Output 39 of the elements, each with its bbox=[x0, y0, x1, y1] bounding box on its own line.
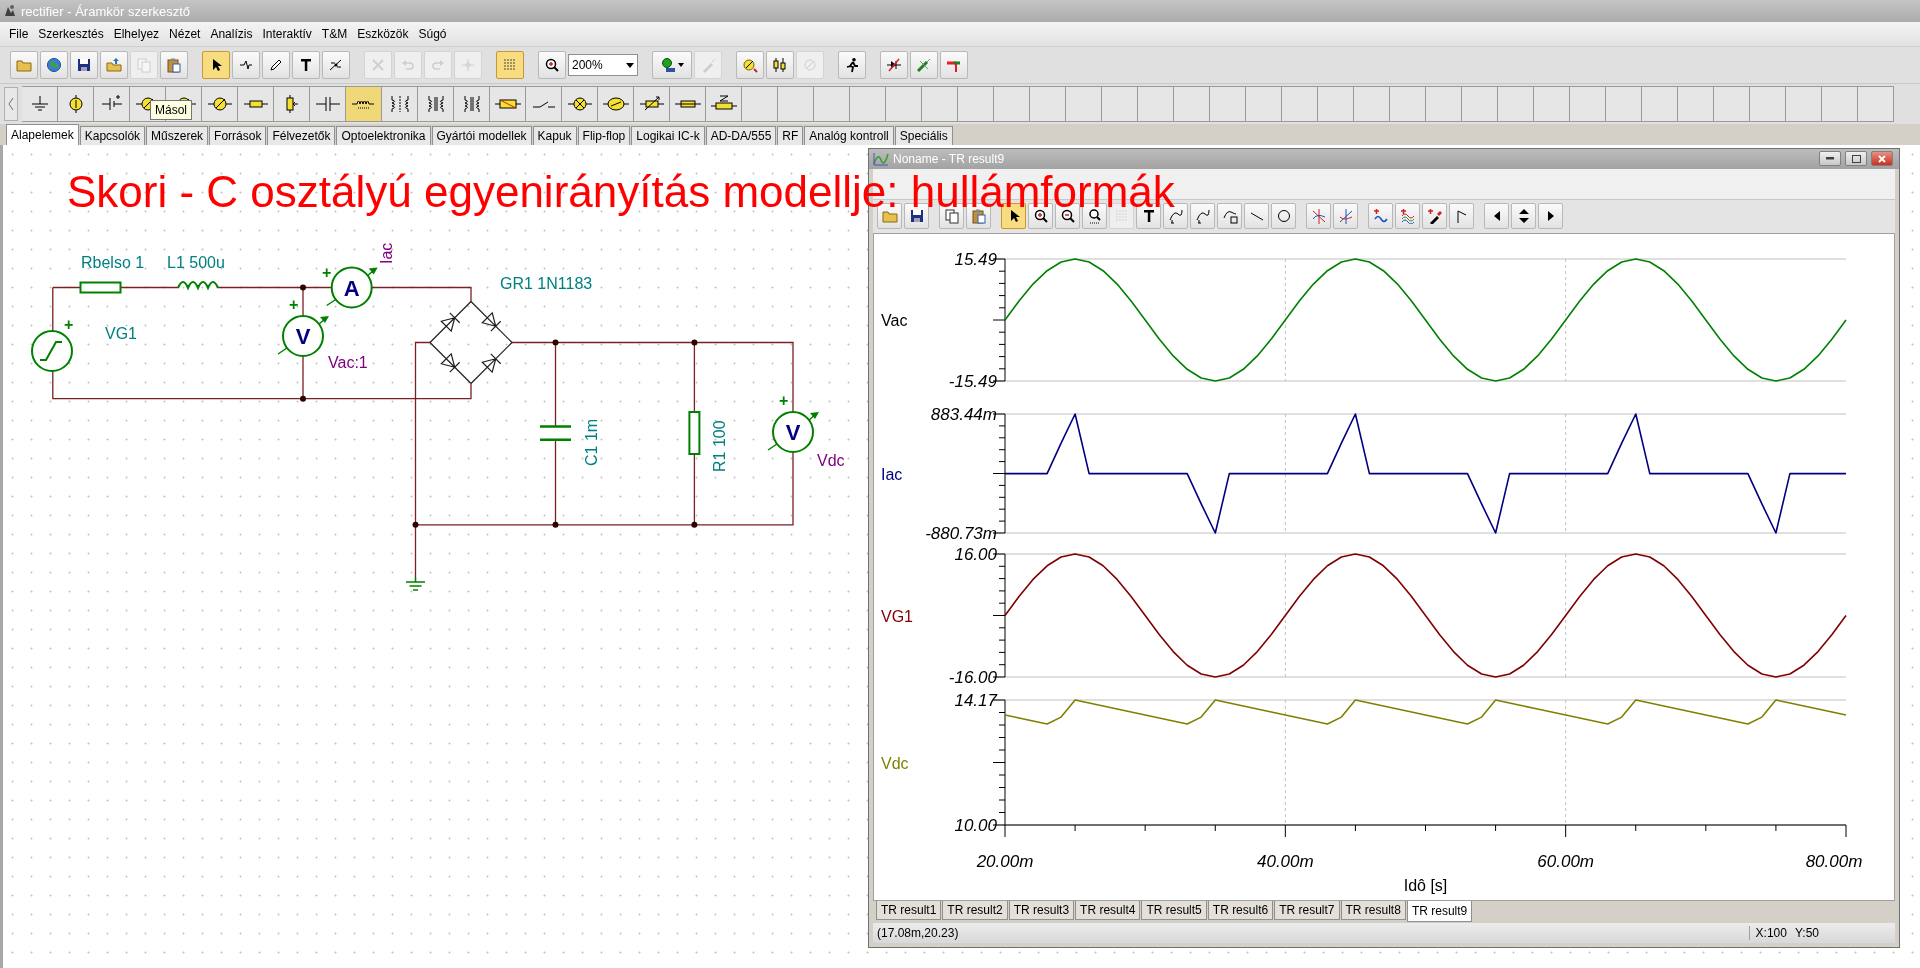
component-label: Rbelso 1 bbox=[81, 254, 145, 271]
trace-label: Vdc bbox=[881, 754, 909, 772]
position-x: X:100 bbox=[1755, 926, 1787, 941]
polarity-sign: + bbox=[779, 392, 789, 409]
meter-letter: A bbox=[343, 275, 360, 301]
y-tick-label: 10.00 bbox=[954, 816, 997, 836]
polarity-sign: + bbox=[64, 316, 74, 333]
component-label: R1 100 bbox=[711, 420, 728, 472]
meter-letter: V bbox=[295, 324, 311, 349]
y-tick-label: 14.17 bbox=[954, 691, 997, 711]
x-tick-label: 40.00m bbox=[1257, 852, 1314, 872]
meter-letter: V bbox=[785, 420, 801, 445]
component-label: Vdc bbox=[817, 452, 845, 469]
y-tick-label: 16.00 bbox=[954, 545, 997, 565]
tooltip: Másol bbox=[150, 100, 192, 120]
component-label: C1 1m bbox=[583, 418, 600, 466]
component-label: VG1 bbox=[105, 325, 137, 342]
component-label: Vac:1 bbox=[328, 354, 368, 371]
position-y: Y:50 bbox=[1794, 926, 1819, 941]
trace-label: Iac bbox=[881, 465, 903, 483]
y-tick-label: -16.00 bbox=[948, 668, 997, 688]
trace-label: VG1 bbox=[881, 607, 913, 625]
x-tick-label: 60.00m bbox=[1537, 852, 1594, 872]
window-title: rectifier - Áramkör szerkesztő bbox=[21, 3, 191, 19]
component-label: GR1 1N1183 bbox=[500, 275, 593, 292]
polarity-sign: + bbox=[322, 264, 332, 281]
y-tick-label: 15.49 bbox=[954, 250, 997, 270]
x-tick-label: 80.00m bbox=[1805, 852, 1863, 872]
cursor-coordinates: (17.08m,20.23) bbox=[877, 926, 959, 941]
window-title: Noname - TR result9 bbox=[893, 151, 1005, 166]
axis-title: Idô [s] bbox=[1403, 877, 1448, 895]
polarity-sign: + bbox=[289, 296, 299, 313]
x-tick-label: 20.00m bbox=[976, 852, 1034, 872]
trace-label: Vac bbox=[881, 312, 908, 330]
y-tick-label: -15.49 bbox=[948, 372, 997, 392]
component-label: L1 500u bbox=[167, 254, 225, 271]
y-tick-label: -880.73m bbox=[925, 524, 997, 543]
y-tick-label: 883.44m bbox=[930, 405, 997, 425]
component-label: Iac bbox=[378, 242, 395, 264]
